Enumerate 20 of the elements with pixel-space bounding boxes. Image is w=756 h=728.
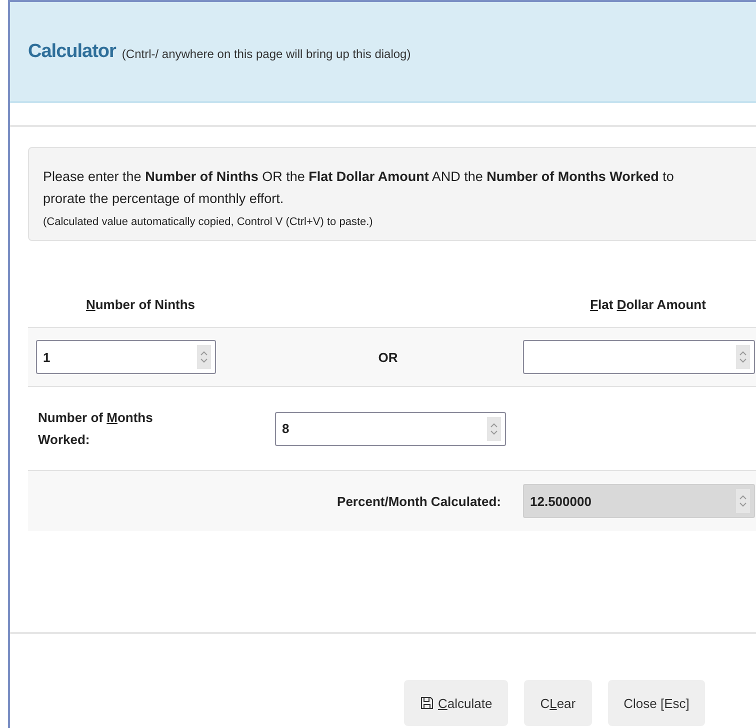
months-field[interactable]: 8 bbox=[275, 412, 506, 446]
dialog-button[interactable]: CLear bbox=[524, 680, 592, 726]
dialog-button[interactable]: Close [Esc] bbox=[608, 680, 706, 726]
calculate-button[interactable]: Calculate bbox=[404, 680, 508, 726]
save-icon bbox=[420, 696, 434, 710]
spinner-icon[interactable] bbox=[736, 345, 750, 369]
column-heading: Number of Ninths bbox=[86, 296, 196, 312]
instructions-text: Please enter the Number of Ninths OR the Flat Dollar Amount AND the Number of Months Worked to prorate the percentage of monthly effort. bbox=[43, 168, 675, 208]
spinner-icon[interactable] bbox=[736, 489, 750, 513]
flat-amount-field[interactable] bbox=[523, 340, 755, 374]
column-heading: Flat Dollar Amount bbox=[590, 296, 706, 312]
copy-note: (Calculated value automatically copied, Control V (Ctrl+V) to paste.) bbox=[43, 216, 374, 228]
dialog-title: Calculator bbox=[28, 40, 116, 62]
field-label: Percent/Month Calculated: bbox=[337, 494, 502, 508]
field-label: Number of Months Worked: bbox=[37, 408, 154, 448]
spinner-icon[interactable] bbox=[197, 345, 211, 369]
spinner-icon[interactable] bbox=[487, 416, 501, 440]
dialog-subtitle: (Cntrl-/ anywhere on this page will bring up this dialog) bbox=[122, 46, 411, 60]
or-label: OR bbox=[378, 350, 398, 364]
ninths-field[interactable]: 1 bbox=[36, 340, 216, 374]
